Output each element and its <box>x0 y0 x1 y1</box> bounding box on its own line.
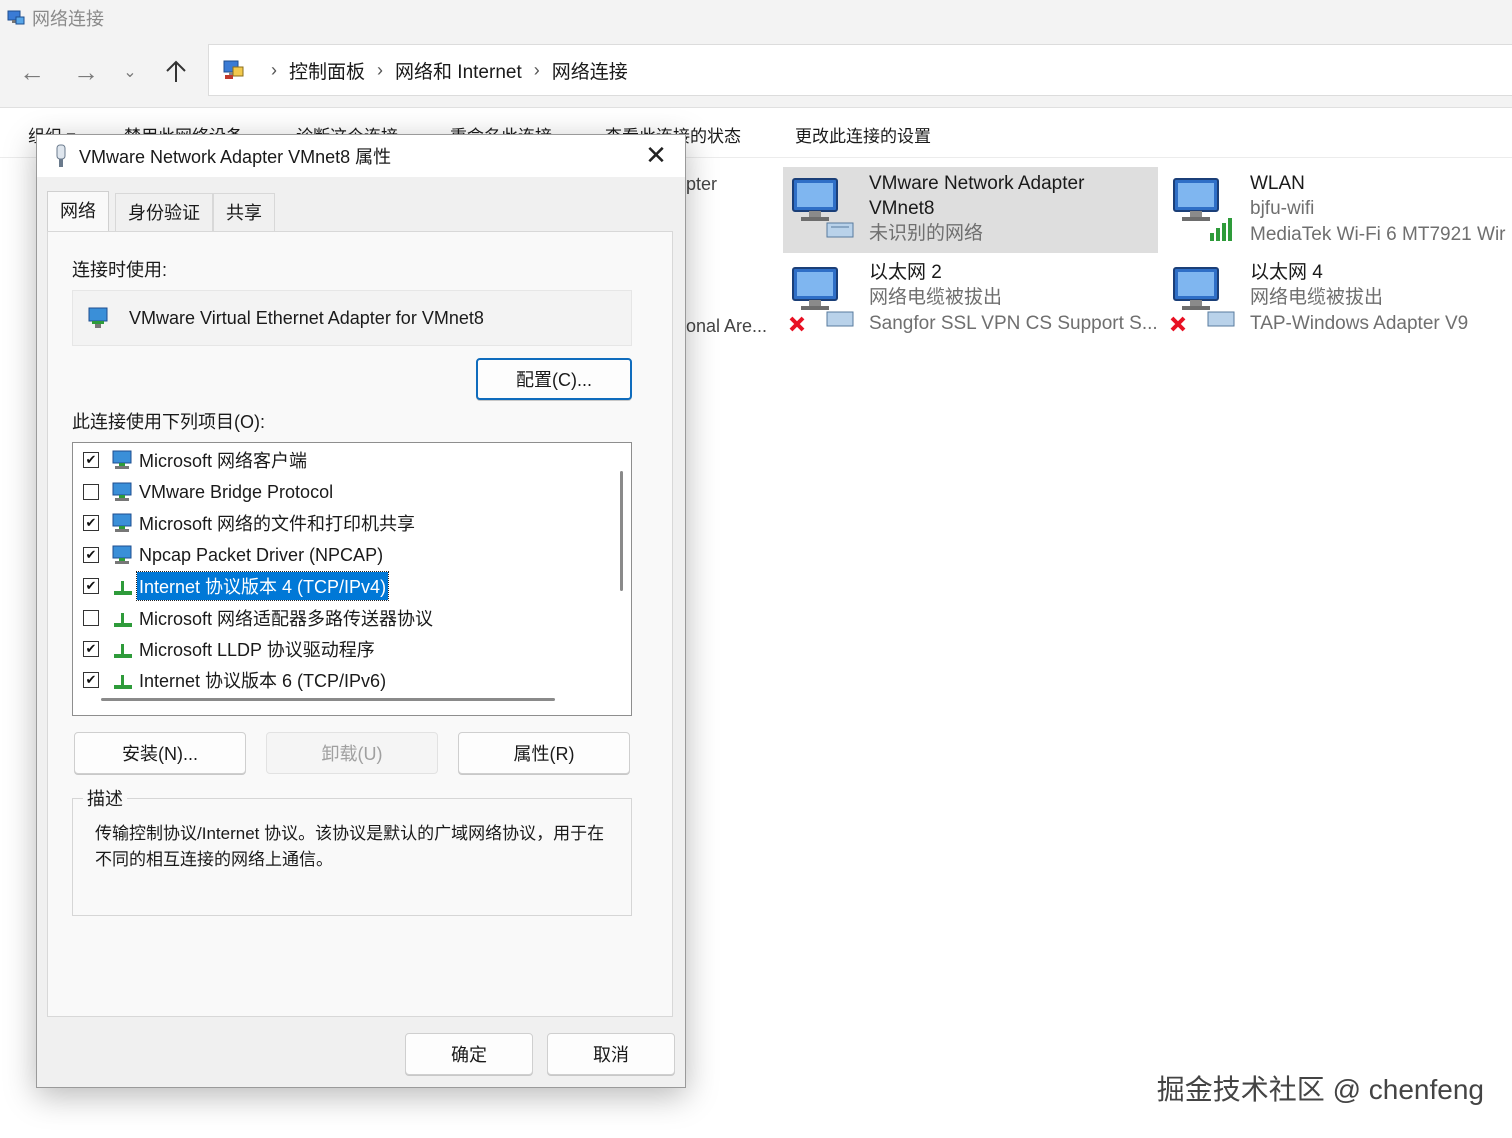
connection-device: MediaTek Wi-Fi 6 MT7921 Wir <box>1250 224 1506 245</box>
item-label: Microsoft 网络客户端 <box>139 451 308 471</box>
forward-arrow-icon[interactable]: → <box>70 56 102 88</box>
checkbox-unchecked[interactable] <box>83 610 99 626</box>
address-bar[interactable]: › 控制面板 › 网络和 Internet › 网络连接 <box>208 44 1512 96</box>
connection-status: 网络电缆被拔出 <box>869 287 1003 308</box>
properties-button[interactable]: 属性(R) <box>458 732 630 774</box>
connection-name: 以太网 4 <box>1250 262 1323 283</box>
description-group: 描述 传输控制协议/Internet 协议。该协议是默认的广域网络协议，用于在不… <box>72 785 632 916</box>
network-adapter-small-icon <box>56 144 66 167</box>
connection-status: bjfu-wifi <box>1250 198 1315 219</box>
wifi-adapter-icon <box>1173 178 1232 241</box>
dialog-title: VMware Network Adapter VMnet8 属性 <box>79 147 392 167</box>
tab-network[interactable]: 网络 <box>47 191 109 233</box>
connection-name-line2: VMnet8 <box>869 198 935 219</box>
control-panel-icon <box>223 60 244 79</box>
vertical-scrollbar[interactable] <box>620 471 623 591</box>
protocol-icon <box>114 644 132 658</box>
back-arrow-icon[interactable]: ← <box>16 56 48 88</box>
watermark: 掘金技术社区 @ chenfeng <box>1156 1074 1484 1105</box>
description-text: 传输控制协议/Internet 协议。该协议是默认的广域网络协议，用于在不同的相… <box>95 824 605 869</box>
item-label: Internet 协议版本 4 (TCP/IPv4) <box>135 571 390 601</box>
change-settings-button[interactable]: 更改此连接的设置 <box>795 122 931 147</box>
connection-device: TAP-Windows Adapter V9 <box>1250 313 1469 334</box>
adapter-name: VMware Virtual Ethernet Adapter for VMne… <box>129 307 484 328</box>
breadcrumb-chevron-icon: › <box>533 59 540 80</box>
checkbox-checked[interactable]: ✔ <box>83 641 99 657</box>
connection-name: WLAN <box>1250 173 1305 194</box>
partial-connection-device: onal Are... <box>686 316 768 336</box>
items-list[interactable]: ✔ Microsoft 网络客户端 VMware Bridge Protocol… <box>72 442 632 716</box>
recent-locations-chevron-icon[interactable]: ⌄ <box>114 56 146 88</box>
breadcrumb-control-panel[interactable]: 控制面板 <box>289 57 365 84</box>
adapter-box: VMware Virtual Ethernet Adapter for VMne… <box>72 290 632 346</box>
connection-device: Sangfor SSL VPN CS Support S... <box>869 313 1158 334</box>
client-monitor-icon <box>112 513 132 532</box>
network-adapter-icon <box>792 178 854 238</box>
breadcrumb-chevron-icon: › <box>271 59 277 80</box>
connection-vmnet8[interactable]: VMware Network Adapter VMnet8 未识别的网络 <box>783 167 1158 253</box>
tab-authentication[interactable]: 身份验证 <box>115 193 213 231</box>
connection-status: 网络电缆被拔出 <box>1250 287 1384 308</box>
client-monitor-icon <box>112 545 132 564</box>
window-title: 网络连接 <box>32 9 104 29</box>
up-arrow-icon[interactable] <box>160 56 192 88</box>
network-connections-icon <box>7 10 25 25</box>
dialog-tabs: 网络 身份验证 共享 <box>47 191 275 233</box>
uninstall-button: 卸载(U) <box>266 732 438 774</box>
ethernet-disconnected-icon <box>789 267 854 332</box>
connection-name: 以太网 2 <box>869 262 942 283</box>
client-monitor-icon <box>112 450 132 469</box>
partial-connection-name: pter <box>686 174 718 194</box>
checkbox-unchecked[interactable] <box>83 484 99 500</box>
checkbox-checked[interactable]: ✔ <box>83 452 99 468</box>
connection-name: VMware Network Adapter <box>869 173 1085 194</box>
items-label: 此连接使用下列项目(O): <box>72 412 265 432</box>
description-legend: 描述 <box>83 785 127 811</box>
connect-using-label: 连接时使用: <box>72 260 168 280</box>
item-label: Microsoft 网络的文件和打印机共享 <box>139 514 416 534</box>
connection-wlan[interactable]: WLAN bjfu-wifi MediaTek Wi-Fi 6 MT7921 W… <box>1164 167 1512 253</box>
breadcrumb-chevron-icon: › <box>377 59 384 80</box>
checkbox-checked[interactable]: ✔ <box>83 672 99 688</box>
dialog-titlebar: VMware Network Adapter VMnet8 属性 <box>37 135 685 177</box>
close-icon[interactable]: ✕ <box>641 141 671 171</box>
protocol-icon <box>114 581 132 595</box>
item-label: Microsoft 网络适配器多路传送器协议 <box>139 609 434 629</box>
item-label: Npcap Packet Driver (NPCAP) <box>139 544 384 565</box>
horizontal-scrollbar[interactable] <box>101 698 555 701</box>
item-label: Internet 协议版本 6 (TCP/IPv6) <box>139 671 387 691</box>
navigation-bar: ← → ⌄ › 控制面板 › 网络和 Internet › 网络连接 <box>0 36 1512 108</box>
connection-ethernet-4[interactable]: 以太网 4 网络电缆被拔出 TAP-Windows Adapter V9 <box>1164 256 1512 342</box>
ok-button[interactable]: 确定 <box>405 1033 533 1075</box>
configure-button[interactable]: 配置(C)... <box>476 358 632 400</box>
cancel-button[interactable]: 取消 <box>547 1033 675 1075</box>
protocol-icon <box>114 613 132 627</box>
connection-ethernet-2[interactable]: 以太网 2 网络电缆被拔出 Sangfor SSL VPN CS Support… <box>783 256 1158 342</box>
tab-sharing[interactable]: 共享 <box>213 193 275 231</box>
item-label: Microsoft LLDP 协议驱动程序 <box>139 640 375 660</box>
breadcrumb-network-internet[interactable]: 网络和 Internet <box>395 57 522 84</box>
client-monitor-icon <box>112 482 132 501</box>
protocol-icon <box>114 675 132 689</box>
properties-dialog: VMware Network Adapter VMnet8 属性 ✕ 网络 身份… <box>36 134 686 1088</box>
network-card-icon <box>88 307 108 328</box>
breadcrumb-network-connections[interactable]: 网络连接 <box>552 57 628 84</box>
item-label: VMware Bridge Protocol <box>139 481 334 502</box>
install-button[interactable]: 安装(N)... <box>74 732 246 774</box>
network-tab-panel: 连接时使用: VMware Virtual Ethernet Adapter f… <box>47 231 673 1017</box>
window-titlebar: 网络连接 <box>0 0 1512 36</box>
connection-status: 未识别的网络 <box>869 223 984 244</box>
ethernet-disconnected-icon <box>1170 267 1235 332</box>
checkbox-checked[interactable]: ✔ <box>83 578 99 594</box>
checkbox-checked[interactable]: ✔ <box>83 547 99 563</box>
checkbox-checked[interactable]: ✔ <box>83 515 99 531</box>
